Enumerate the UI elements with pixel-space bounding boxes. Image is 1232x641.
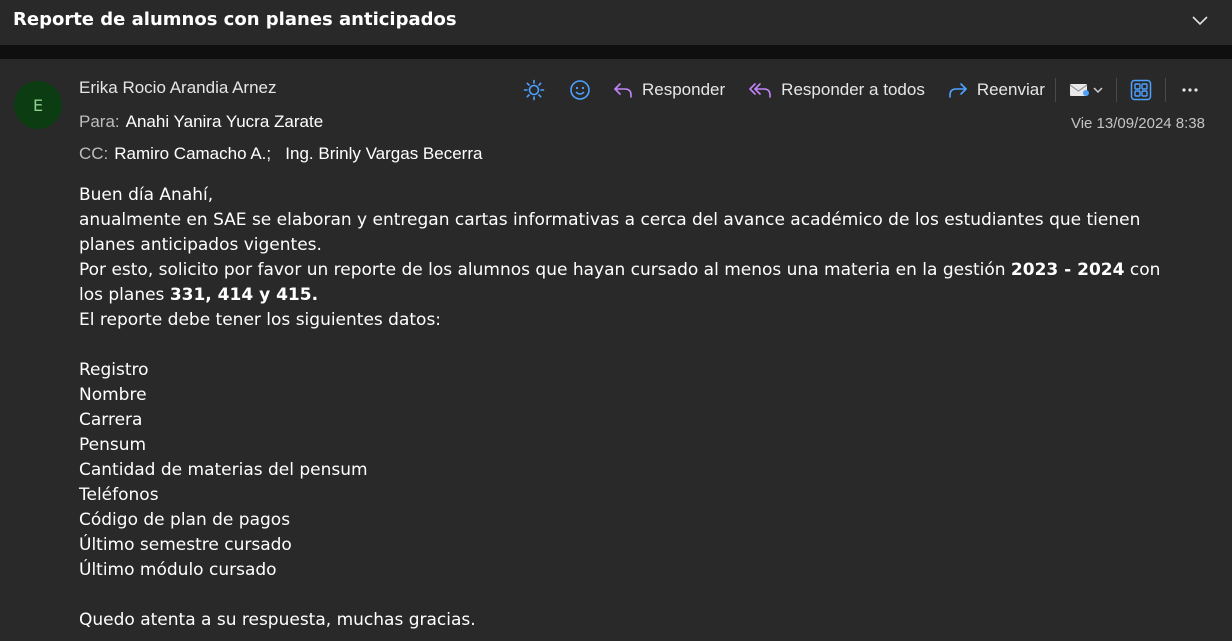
reply-all-label: Responder a todos xyxy=(781,80,925,99)
body-paragraph: anualmente en SAE se elaboran y entregan… xyxy=(79,210,1141,255)
cc-line: CC: Ramiro Camacho A.; Ing. Brinly Vargas… xyxy=(79,144,482,164)
cc-label: CC: xyxy=(79,144,109,163)
field-item: Nombre xyxy=(79,385,147,405)
message-toolbar: Responder Responder a todos Reenviar xyxy=(520,77,1204,103)
mark-unread-icon[interactable] xyxy=(1066,77,1106,103)
reply-label: Responder xyxy=(642,80,726,99)
body-bold-period: 2023 - 2024 xyxy=(1010,260,1125,280)
toolbar-separator xyxy=(1054,78,1056,102)
body-paragraph: El reporte debe tener los siguientes dat… xyxy=(79,310,442,330)
sun-icon[interactable] xyxy=(520,77,548,103)
field-item: Cantidad de materias del pensum xyxy=(79,460,368,480)
forward-icon xyxy=(949,83,967,98)
field-item: Carrera xyxy=(79,410,143,430)
email-subject: Reporte de alumnos con planes anticipado… xyxy=(13,9,457,30)
to-label: Para: xyxy=(79,112,120,131)
sent-date: Vie 13/09/2024 8:38 xyxy=(1070,115,1205,132)
body-text-segment: Por esto, solicito por favor un reporte … xyxy=(79,260,1011,280)
subject-bar: Reporte de alumnos con planes anticipado… xyxy=(0,0,1232,45)
forward-button[interactable]: Reenviar xyxy=(947,80,1045,100)
divider xyxy=(0,45,1232,59)
forward-label: Reenviar xyxy=(976,80,1045,99)
body-paragraph: Por esto, solicito por favor un reporte … xyxy=(79,258,1189,308)
to-line: Para: Anahi Yanira Yucra Zarate xyxy=(79,112,323,132)
field-item: Registro xyxy=(79,360,149,380)
reply-all-icon xyxy=(749,83,771,98)
to-recipients[interactable]: Anahi Yanira Yucra Zarate xyxy=(126,112,324,131)
field-item: Código de plan de pagos xyxy=(79,510,291,530)
toolbar-separator xyxy=(1115,78,1117,102)
body-greeting: Buen día Anahí, xyxy=(79,185,214,205)
cc-recipients[interactable]: Ramiro Camacho A.; Ing. Brinly Vargas Be… xyxy=(114,144,482,163)
toolbar-separator xyxy=(1164,78,1166,102)
chevron-down-icon[interactable] xyxy=(1190,10,1210,30)
emoji-icon[interactable] xyxy=(566,77,594,103)
reply-button[interactable]: Responder xyxy=(612,80,725,100)
body-bold-plans: 331, 414 y 415. xyxy=(169,285,319,305)
field-item: Pensum xyxy=(79,435,147,455)
email-body: Buen día Anahí, anualmente en SAE se ela… xyxy=(79,183,1189,633)
field-item: Último semestre cursado xyxy=(79,535,292,555)
more-options-icon[interactable] xyxy=(1176,77,1204,103)
field-item: Teléfonos xyxy=(79,485,159,505)
reply-all-button[interactable]: Responder a todos xyxy=(747,80,925,100)
apps-icon[interactable] xyxy=(1127,77,1155,103)
message-card: E Erika Rocio Arandia Arnez Para: Anahi Y… xyxy=(0,59,1232,641)
field-item: Último módulo cursado xyxy=(79,560,277,580)
body-closing: Quedo atenta a su respuesta, muchas grac… xyxy=(79,610,476,630)
sender-avatar[interactable]: E xyxy=(14,81,62,129)
sender-name[interactable]: Erika Rocio Arandia Arnez xyxy=(79,78,277,98)
reply-icon xyxy=(614,83,632,98)
